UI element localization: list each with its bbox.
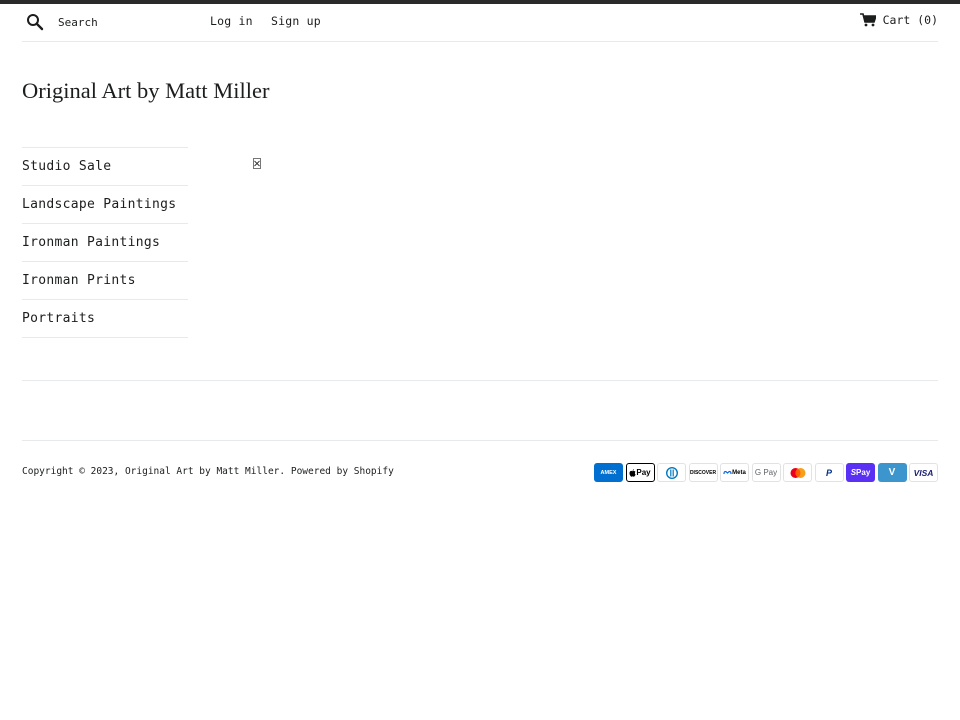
login-link[interactable]: Log in xyxy=(210,14,253,28)
sidebar-item-portraits[interactable]: Portraits xyxy=(22,299,188,338)
diners-club-icon xyxy=(657,463,686,482)
copyright-prefix: Copyright © 2023, xyxy=(22,466,125,477)
broken-image-icon xyxy=(253,158,261,169)
sidebar-item-ironman-paintings[interactable]: Ironman Paintings xyxy=(22,223,188,261)
sidebar-item-ironman-prints[interactable]: Ironman Prints xyxy=(22,261,188,299)
footer-divider xyxy=(22,440,938,441)
cart-icon xyxy=(859,13,876,27)
search-icon[interactable] xyxy=(26,13,44,31)
sidebar-item-studio-sale[interactable]: Studio Sale xyxy=(22,147,188,185)
meta-logo-icon xyxy=(723,470,732,475)
signup-link[interactable]: Sign up xyxy=(271,14,321,28)
search-input[interactable] xyxy=(58,13,198,31)
paypal-icon: P xyxy=(814,463,844,482)
copyright-text: Copyright © 2023, Original Art by Matt M… xyxy=(22,466,394,477)
apple-pay-text: Pay xyxy=(636,468,651,477)
footer-store-link[interactable]: Original Art by Matt Miller xyxy=(125,466,279,477)
discover-icon: DISCOVER xyxy=(688,463,718,482)
copyright-separator: . xyxy=(279,466,291,477)
payment-icons: AMEX Pay DISCOVER Meta G Pay P S Pay V VI… xyxy=(594,463,938,482)
apple-logo-icon xyxy=(629,468,636,477)
cart-link[interactable]: Cart (0) xyxy=(859,13,938,27)
american-express-icon: AMEX xyxy=(594,463,623,482)
sidebar-item-landscape-paintings[interactable]: Landscape Paintings xyxy=(22,185,188,223)
meta-pay-text: Meta xyxy=(732,469,746,476)
mastercard-icon xyxy=(783,463,812,482)
meta-pay-icon: Meta xyxy=(720,463,749,482)
sidebar-nav: Studio Sale Landscape Paintings Ironman … xyxy=(22,147,188,338)
visa-icon: VISA xyxy=(909,463,938,482)
cart-label: Cart (0) xyxy=(882,13,938,27)
powered-by-shopify-link[interactable]: Powered by Shopify xyxy=(291,466,394,477)
apple-pay-icon: Pay xyxy=(625,463,655,482)
google-pay-icon: G Pay xyxy=(751,463,781,482)
shop-pay-text: Pay xyxy=(856,468,871,477)
venmo-icon: V xyxy=(877,463,907,482)
content-divider xyxy=(22,380,938,381)
discover-text: DISCOVER xyxy=(689,469,717,476)
shop-pay-icon: S Pay xyxy=(846,463,875,482)
site-title[interactable]: Original Art by Matt Miller xyxy=(22,78,269,104)
site-header: Log in Sign up Cart (0) xyxy=(22,4,938,42)
